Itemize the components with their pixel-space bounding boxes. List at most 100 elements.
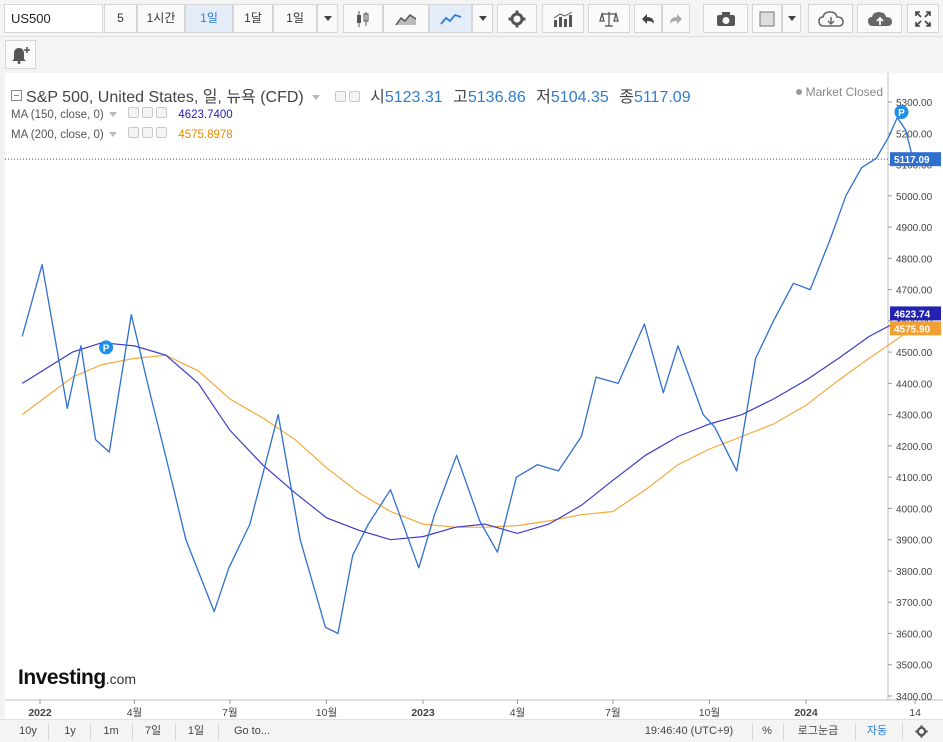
range-1y[interactable]: 1y (52, 720, 88, 742)
divider (175, 723, 176, 740)
ma200-line (21, 327, 914, 528)
settings-icon[interactable] (497, 4, 537, 33)
divider (902, 723, 903, 740)
camera-icon[interactable] (703, 4, 748, 33)
logo-suffix: .com (105, 671, 137, 687)
symbol-input[interactable]: US500 (4, 4, 103, 33)
y-tick-label: 5000.00 (896, 192, 933, 203)
open-label: 시 (370, 89, 385, 106)
p-marker-label: P (103, 343, 110, 354)
instrument-title: S&P 500, United States, 일, 뉴욕 (CFD) (26, 89, 304, 106)
divider (783, 723, 784, 740)
title-chevron-down-icon[interactable] (312, 95, 321, 101)
cloud-upload-icon[interactable] (857, 4, 902, 33)
x-tick-label: 2022 (28, 707, 52, 719)
gear-icon[interactable] (348, 91, 360, 102)
auto-scale-toggle[interactable]: 자동 (858, 720, 896, 742)
divider (90, 723, 91, 740)
y-tick-label: 3400.00 (896, 692, 933, 703)
ma150-tag-label: 4623.74 (894, 309, 931, 320)
ma200-legend: MA (200, close, 0) 4575.8978 (11, 127, 233, 141)
close-value: 5117.09 (633, 89, 691, 106)
gear-icon[interactable] (906, 720, 936, 742)
chart-header: S&P 500, United States, 일, 뉴욕 (CFD) 시512… (11, 83, 691, 107)
range-1m[interactable]: 1m (94, 720, 128, 742)
color-box-icon[interactable] (752, 4, 782, 33)
high-label: 고 (453, 89, 468, 106)
y-tick-label: 4100.00 (896, 473, 933, 484)
y-tick-label: 4200.00 (896, 442, 933, 453)
interval-1d[interactable]: 1일 (185, 4, 233, 33)
color-chevron-down-icon[interactable] (782, 4, 801, 33)
x-tick-label: 2023 (411, 707, 435, 719)
y-tick-label: 3700.00 (896, 598, 933, 609)
eye-icon[interactable] (128, 127, 140, 138)
ma150-value: 4623.7400 (178, 109, 233, 121)
close-icon[interactable] (156, 107, 168, 118)
high-value: 5136.86 (467, 89, 526, 106)
divider (48, 723, 49, 740)
y-tick-label: 3500.00 (896, 661, 933, 672)
close-icon[interactable] (156, 127, 168, 138)
interval-1mo[interactable]: 1달 (233, 4, 273, 33)
goto-button[interactable]: Go to... (224, 720, 280, 742)
ma150-legend: MA (150, close, 0) 4623.7400 (11, 107, 233, 121)
x-tick-label: 4월 (127, 707, 143, 719)
candlestick-icon[interactable] (343, 4, 383, 33)
bar-indicator-icon[interactable] (542, 4, 584, 33)
collapse-icon[interactable] (11, 90, 22, 101)
x-tick-label: 10월 (699, 707, 720, 719)
redo-icon[interactable] (662, 4, 690, 33)
y-tick-label: 4500.00 (896, 348, 933, 359)
ma200-tag-label: 4575.90 (894, 324, 931, 335)
chart-app: US500 5 1시간 1일 1달 1일 5300.00 5200.00 500… (0, 0, 943, 742)
cloud-download-icon[interactable] (808, 4, 853, 33)
eye-icon[interactable] (334, 91, 346, 102)
y-tick-label: 4900.00 (896, 223, 933, 234)
ma150-line (21, 312, 914, 541)
clock-readout: 19:46:40 (UTC+9) (644, 725, 734, 737)
bell-plus-icon[interactable] (5, 40, 36, 69)
ma150-chevron-down-icon[interactable] (108, 112, 117, 118)
investing-logo: Investing.com (18, 666, 136, 690)
chart-area[interactable]: 5300.005200.005100.005000.004900.004800.… (5, 73, 943, 719)
undo-icon[interactable] (634, 4, 662, 33)
percent-toggle[interactable]: % (756, 720, 778, 742)
range-10y[interactable]: 10y (10, 720, 46, 742)
eye-icon[interactable] (128, 107, 140, 118)
log-scale-toggle[interactable]: 로그눈금 (786, 720, 850, 742)
gear-icon[interactable] (142, 127, 154, 138)
chart-type-chevron-down-icon[interactable] (472, 4, 493, 33)
interval-dropdown[interactable]: 1일 (273, 4, 317, 33)
logo-main: Investing (18, 666, 106, 689)
toolbar: US500 5 1시간 1일 1달 1일 (0, 0, 943, 37)
y-tick-label: 3900.00 (896, 536, 933, 547)
line-chart-icon[interactable] (429, 4, 472, 33)
area-chart-icon[interactable] (383, 4, 429, 33)
open-value: 5123.31 (384, 89, 443, 106)
interval-5m[interactable]: 5 (104, 4, 137, 33)
interval-chevron-down-icon[interactable] (317, 4, 338, 33)
y-tick-label: 4000.00 (896, 504, 933, 515)
fullscreen-icon[interactable] (907, 4, 939, 33)
ma200-label: MA (200, close, 0) (11, 129, 104, 141)
x-tick-label: 4월 (510, 707, 526, 719)
x-tick-label: 14 (909, 707, 921, 719)
market-status: Market Closed (795, 85, 883, 99)
bottom-bar: 10y 1y 1m 7일 1일 Go to... 19:46:40 (UTC+9… (0, 719, 943, 742)
x-tick-label: 2024 (794, 707, 818, 719)
range-1d[interactable]: 1일 (178, 720, 214, 742)
gear-icon[interactable] (142, 107, 154, 118)
ma200-value: 4575.8978 (178, 129, 233, 141)
ma200-chevron-down-icon[interactable] (108, 132, 117, 138)
low-label: 저 (536, 89, 551, 106)
range-7d[interactable]: 7일 (136, 720, 170, 742)
close-label: 종 (619, 89, 634, 106)
divider (752, 723, 753, 740)
divider (218, 723, 219, 740)
p-marker-label: P (898, 108, 905, 119)
price-chart-svg[interactable]: 5300.005200.005100.005000.004900.004800.… (5, 73, 943, 719)
scale-icon[interactable] (588, 4, 630, 33)
interval-1h[interactable]: 1시간 (137, 4, 185, 33)
y-tick-label: 4400.00 (896, 379, 933, 390)
